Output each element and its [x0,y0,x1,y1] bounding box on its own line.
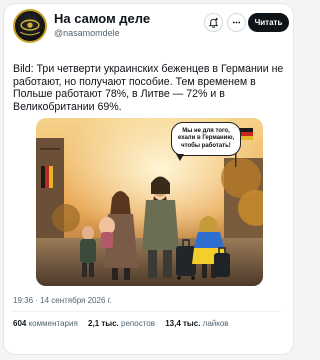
read-button[interactable]: Читать [248,13,289,32]
comments-label: комментария [28,319,78,328]
eye-logo-icon [20,19,40,36]
speech-bubble-tail [176,154,184,161]
likes-count: 13,4 тыс. [165,319,201,328]
reposts-count: 2,1 тыс. [88,319,119,328]
post-stats: 604 комментария 2,1 тыс. репостов 13,4 т… [13,319,237,328]
likes-label: лайков [202,319,229,328]
speech-bubble: Мы не для того, ехали в Германию, чтобы … [171,122,241,156]
divider [11,311,282,312]
comments-count: 604 [13,319,27,328]
comments-stat[interactable]: 604 комментария [13,319,78,328]
more-horizontal-icon [232,21,241,24]
bell-plus-icon [208,17,219,28]
post-text: Bild: Три четверти украинских беженцев в… [13,63,284,113]
account-avatar[interactable] [13,9,47,43]
post-timestamp[interactable]: 19:36 · 14 сентября 2026 г. [13,296,112,305]
reposts-label: репостов [121,319,155,328]
reposts-stat[interactable]: 2,1 тыс. репостов [88,319,155,328]
account-handle[interactable]: @nasamomdele [54,28,120,38]
likes-stat[interactable]: 13,4 тыс. лайков [165,319,228,328]
more-button[interactable] [227,13,246,32]
account-name[interactable]: На самом деле [54,11,150,26]
notify-button[interactable] [204,13,223,32]
